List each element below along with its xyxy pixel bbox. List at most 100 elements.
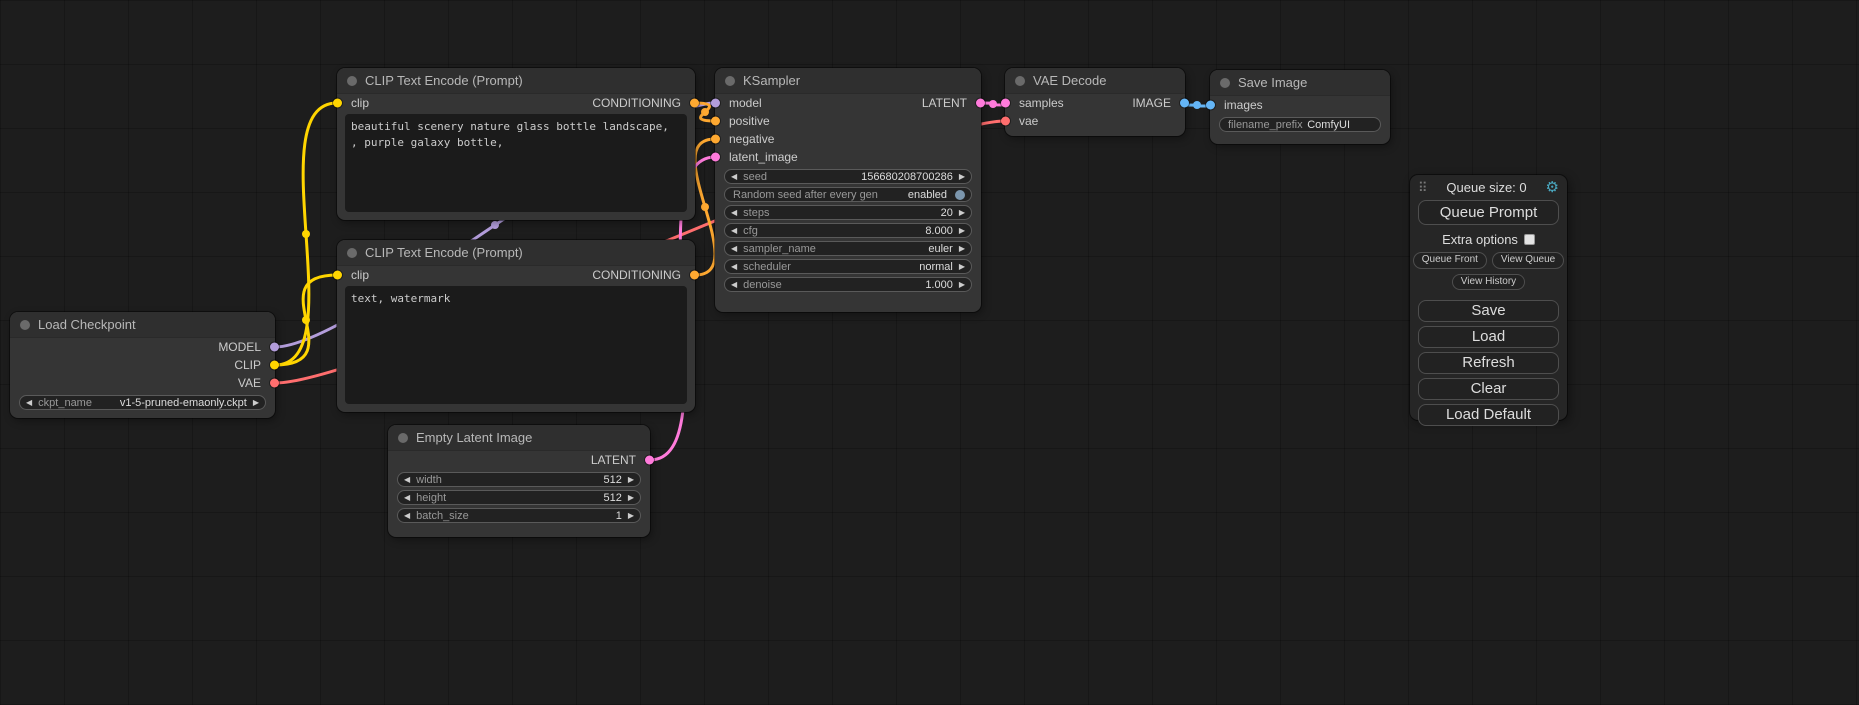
collapse-dot-icon[interactable] [1015, 76, 1025, 86]
extra-options-checkbox[interactable] [1524, 234, 1535, 245]
settings-gear-icon[interactable]: ⚙ [1546, 180, 1559, 195]
widget-random-seed-toggle[interactable]: Random seed after every gen enabled [724, 187, 972, 202]
clear-button[interactable]: Clear [1418, 378, 1559, 400]
input-dot-clip[interactable] [333, 99, 342, 108]
widget-label: filename_prefix [1228, 119, 1303, 131]
increment-arrow-icon[interactable]: ▶ [959, 245, 965, 253]
node-title: CLIP Text Encode (Prompt) [365, 73, 523, 88]
node-clip-text-encode-positive[interactable]: CLIP Text Encode (Prompt) clip CONDITION… [337, 68, 695, 220]
collapse-dot-icon[interactable] [347, 76, 357, 86]
extra-options-label: Extra options [1442, 232, 1518, 247]
decrement-arrow-icon[interactable]: ◀ [731, 173, 737, 181]
decrement-arrow-icon[interactable]: ◀ [404, 494, 410, 502]
input-label-negative: negative [729, 132, 774, 146]
output-dot-model[interactable] [270, 343, 279, 352]
widget-label: ckpt_name [38, 397, 92, 409]
decrement-arrow-icon[interactable]: ◀ [731, 245, 737, 253]
widget-filename-prefix[interactable]: filename_prefix ComfyUI [1219, 117, 1381, 132]
node-title-bar[interactable]: VAE Decode [1005, 68, 1185, 94]
node-title-bar[interactable]: KSampler [715, 68, 981, 94]
decrement-arrow-icon[interactable]: ◀ [731, 263, 737, 271]
queue-controls-row: Queue Front View Queue [1410, 252, 1567, 269]
collapse-dot-icon[interactable] [1220, 78, 1230, 88]
drag-handle-icon[interactable]: ⠿ [1418, 181, 1428, 194]
node-vae-decode[interactable]: VAE Decode samples IMAGE vae [1005, 68, 1185, 136]
widget-label: denoise [743, 279, 782, 291]
load-default-button[interactable]: Load Default [1418, 404, 1559, 426]
node-graph-canvas[interactable]: Load Checkpoint MODEL CLIP VAE ◀ ckpt_na… [0, 0, 1859, 705]
collapse-dot-icon[interactable] [398, 433, 408, 443]
output-dot-conditioning[interactable] [690, 271, 699, 280]
increment-arrow-icon[interactable]: ▶ [253, 399, 259, 407]
collapse-dot-icon[interactable] [725, 76, 735, 86]
node-title-bar[interactable]: CLIP Text Encode (Prompt) [337, 240, 695, 266]
prompt-textarea[interactable]: text, watermark [345, 286, 687, 404]
node-load-checkpoint[interactable]: Load Checkpoint MODEL CLIP VAE ◀ ckpt_na… [10, 312, 275, 418]
queue-prompt-button[interactable]: Queue Prompt [1418, 200, 1559, 225]
output-dot-image[interactable] [1180, 99, 1189, 108]
output-label-image: IMAGE [1132, 96, 1171, 110]
decrement-arrow-icon[interactable]: ◀ [404, 512, 410, 520]
widget-steps[interactable]: ◀ steps 20 ▶ [724, 205, 972, 220]
decrement-arrow-icon[interactable]: ◀ [731, 209, 737, 217]
increment-arrow-icon[interactable]: ▶ [959, 227, 965, 235]
node-save-image[interactable]: Save Image images filename_prefix ComfyU… [1210, 70, 1390, 144]
collapse-dot-icon[interactable] [20, 320, 30, 330]
comfy-menu-panel[interactable]: ⠿ Queue size: 0 ⚙ Queue Prompt Extra opt… [1410, 175, 1567, 420]
increment-arrow-icon[interactable]: ▶ [959, 209, 965, 217]
output-dot-vae[interactable] [270, 379, 279, 388]
node-title-bar[interactable]: Save Image [1210, 70, 1390, 96]
increment-arrow-icon[interactable]: ▶ [628, 476, 634, 484]
widget-scheduler[interactable]: ◀ scheduler normal ▶ [724, 259, 972, 274]
widget-value: 1.000 [925, 279, 953, 291]
node-empty-latent-image[interactable]: Empty Latent Image LATENT ◀ width 512 ▶ … [388, 425, 650, 537]
widget-sampler-name[interactable]: ◀ sampler_name euler ▶ [724, 241, 972, 256]
output-dot-clip[interactable] [270, 361, 279, 370]
input-dot-model[interactable] [711, 99, 720, 108]
output-dot-latent[interactable] [645, 456, 654, 465]
increment-arrow-icon[interactable]: ▶ [959, 263, 965, 271]
input-dot-samples[interactable] [1001, 99, 1010, 108]
input-label-clip: clip [351, 96, 369, 110]
node-title-bar[interactable]: CLIP Text Encode (Prompt) [337, 68, 695, 94]
decrement-arrow-icon[interactable]: ◀ [731, 281, 737, 289]
decrement-arrow-icon[interactable]: ◀ [404, 476, 410, 484]
decrement-arrow-icon[interactable]: ◀ [26, 399, 32, 407]
increment-arrow-icon[interactable]: ▶ [959, 173, 965, 181]
queue-front-button[interactable]: Queue Front [1413, 252, 1487, 269]
node-title-bar[interactable]: Empty Latent Image [388, 425, 650, 451]
prompt-textarea[interactable]: beautiful scenery nature glass bottle la… [345, 114, 687, 212]
widget-denoise[interactable]: ◀ denoise 1.000 ▶ [724, 277, 972, 292]
node-title-bar[interactable]: Load Checkpoint [10, 312, 275, 338]
widget-seed[interactable]: ◀ seed 156680208700286 ▶ [724, 169, 972, 184]
node-clip-text-encode-negative[interactable]: CLIP Text Encode (Prompt) clip CONDITION… [337, 240, 695, 412]
menu-button-stack: Save Load Refresh Clear Load Default [1410, 300, 1567, 426]
input-dot-vae[interactable] [1001, 117, 1010, 126]
widget-batch-size[interactable]: ◀ batch_size 1 ▶ [397, 508, 641, 523]
refresh-button[interactable]: Refresh [1418, 352, 1559, 374]
input-label-samples: samples [1019, 96, 1064, 110]
widget-label: sampler_name [743, 243, 816, 255]
widget-height[interactable]: ◀ height 512 ▶ [397, 490, 641, 505]
increment-arrow-icon[interactable]: ▶ [959, 281, 965, 289]
node-ksampler[interactable]: KSampler model LATENT positive negative … [715, 68, 981, 312]
decrement-arrow-icon[interactable]: ◀ [731, 227, 737, 235]
increment-arrow-icon[interactable]: ▶ [628, 512, 634, 520]
increment-arrow-icon[interactable]: ▶ [628, 494, 634, 502]
widget-cfg[interactable]: ◀ cfg 8.000 ▶ [724, 223, 972, 238]
toggle-dot-icon[interactable] [955, 190, 965, 200]
collapse-dot-icon[interactable] [347, 248, 357, 258]
input-dot-negative[interactable] [711, 135, 720, 144]
input-dot-latent-image[interactable] [711, 153, 720, 162]
view-queue-button[interactable]: View Queue [1492, 252, 1564, 269]
input-dot-positive[interactable] [711, 117, 720, 126]
save-button[interactable]: Save [1418, 300, 1559, 322]
widget-ckpt-name[interactable]: ◀ ckpt_name v1-5-pruned-emaonly.ckpt ▶ [19, 395, 266, 410]
load-button[interactable]: Load [1418, 326, 1559, 348]
view-history-button[interactable]: View History [1452, 274, 1525, 291]
widget-width[interactable]: ◀ width 512 ▶ [397, 472, 641, 487]
input-dot-clip[interactable] [333, 271, 342, 280]
input-dot-images[interactable] [1206, 101, 1215, 110]
output-dot-conditioning[interactable] [690, 99, 699, 108]
output-dot-latent[interactable] [976, 99, 985, 108]
